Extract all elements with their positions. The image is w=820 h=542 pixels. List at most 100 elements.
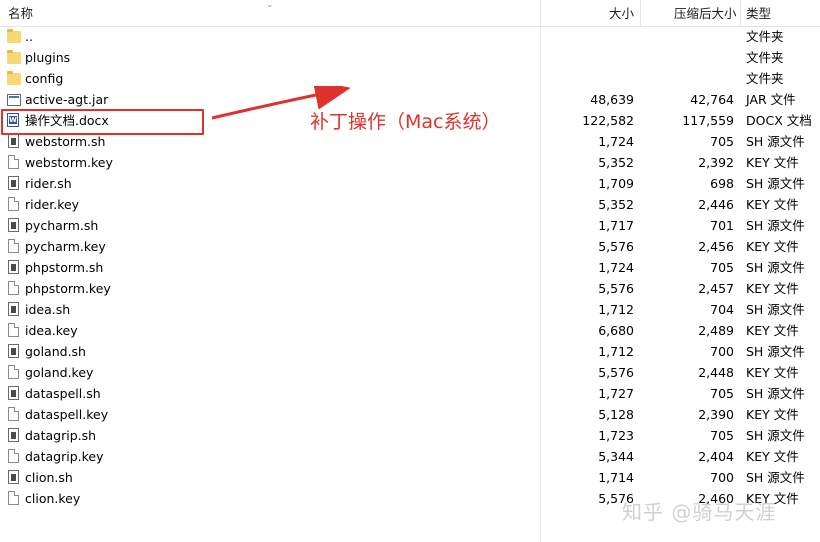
- file-name: config: [25, 71, 64, 86]
- watermark: 知乎 @骑马天涯: [622, 500, 777, 524]
- column-header-size[interactable]: 大小: [609, 0, 634, 26]
- file-compressed-size: 700: [710, 470, 734, 485]
- file-type: 文件夹: [746, 71, 784, 86]
- file-row[interactable]: phpstorm.key 5,576 2,457 KEY 文件: [0, 278, 820, 299]
- file-name: ..: [25, 29, 33, 44]
- file-row[interactable]: config 文件夹: [0, 68, 820, 89]
- shell-script-icon: [8, 218, 19, 232]
- file-type: SH 源文件: [746, 302, 805, 317]
- file-compressed-size: 2,457: [698, 281, 734, 296]
- column-header-bar: 名称 ⌄ 大小 压缩后大小 类型: [0, 0, 820, 27]
- file-name: datagrip.key: [25, 449, 104, 464]
- file-type: DOCX 文档: [746, 113, 812, 128]
- file-size: 1,723: [598, 428, 634, 443]
- file-row[interactable]: datagrip.key 5,344 2,404 KEY 文件: [0, 446, 820, 467]
- column-separator[interactable]: [640, 0, 641, 26]
- file-row[interactable]: .. 文件夹: [0, 26, 820, 47]
- file-type: KEY 文件: [746, 407, 799, 422]
- file-compressed-size: 705: [710, 428, 734, 443]
- file-row[interactable]: webstorm.key 5,352 2,392 KEY 文件: [0, 152, 820, 173]
- sort-indicator-icon: ⌄: [266, 0, 274, 10]
- file-row[interactable]: goland.key 5,576 2,448 KEY 文件: [0, 362, 820, 383]
- file-size: 1,724: [598, 134, 634, 149]
- file-row[interactable]: clion.sh 1,714 700 SH 源文件: [0, 467, 820, 488]
- column-header-compressed-size[interactable]: 压缩后大小: [674, 0, 737, 26]
- file-type: KEY 文件: [746, 323, 799, 338]
- file-type: KEY 文件: [746, 197, 799, 212]
- folder-icon: [7, 71, 21, 85]
- folder-icon: [7, 29, 21, 43]
- shell-script-icon: [8, 134, 19, 148]
- file-name: dataspell.sh: [25, 386, 101, 401]
- file-name: pycharm.key: [25, 239, 106, 254]
- file-compressed-size: 705: [710, 134, 734, 149]
- file-name: idea.key: [25, 323, 78, 338]
- file-compressed-size: 2,390: [698, 407, 734, 422]
- file-name: active-agt.jar: [25, 92, 109, 107]
- column-header-name[interactable]: 名称: [8, 0, 33, 26]
- file-size: 5,576: [598, 281, 634, 296]
- file-type: 文件夹: [746, 29, 784, 44]
- file-row[interactable]: phpstorm.sh 1,724 705 SH 源文件: [0, 257, 820, 278]
- file-row[interactable]: dataspell.key 5,128 2,390 KEY 文件: [0, 404, 820, 425]
- file-type: SH 源文件: [746, 134, 805, 149]
- file-name: idea.sh: [25, 302, 71, 317]
- file-compressed-size: 698: [710, 176, 734, 191]
- file-size: 6,680: [598, 323, 634, 338]
- file-row[interactable]: dataspell.sh 1,727 705 SH 源文件: [0, 383, 820, 404]
- file-size: 5,344: [598, 449, 634, 464]
- shell-script-icon: [8, 428, 19, 442]
- file-row[interactable]: rider.key 5,352 2,446 KEY 文件: [0, 194, 820, 215]
- key-file-icon: [8, 323, 19, 337]
- file-type: SH 源文件: [746, 344, 805, 359]
- file-type: SH 源文件: [746, 428, 805, 443]
- file-row[interactable]: idea.key 6,680 2,489 KEY 文件: [0, 320, 820, 341]
- key-file-icon: [8, 197, 19, 211]
- file-size: 48,639: [590, 92, 634, 107]
- file-size: 1,717: [598, 218, 634, 233]
- file-size: 5,352: [598, 155, 634, 170]
- file-row[interactable]: rider.sh 1,709 698 SH 源文件: [0, 173, 820, 194]
- file-compressed-size: 2,392: [698, 155, 734, 170]
- file-compressed-size: 705: [710, 260, 734, 275]
- file-type: SH 源文件: [746, 386, 805, 401]
- file-size: 5,576: [598, 239, 634, 254]
- file-row[interactable]: active-agt.jar 48,639 42,764 JAR 文件: [0, 89, 820, 110]
- file-name: phpstorm.key: [25, 281, 111, 296]
- file-name: goland.sh: [25, 344, 86, 359]
- file-compressed-size: 42,764: [690, 92, 734, 107]
- folder-icon: [7, 50, 21, 64]
- column-header-type[interactable]: 类型: [746, 0, 771, 26]
- file-compressed-size: 704: [710, 302, 734, 317]
- column-separator[interactable]: [740, 0, 741, 26]
- key-file-icon: [8, 281, 19, 295]
- key-file-icon: [8, 239, 19, 253]
- file-compressed-size: 701: [710, 218, 734, 233]
- file-type: SH 源文件: [746, 260, 805, 275]
- file-size: 5,576: [598, 365, 634, 380]
- file-row[interactable]: pycharm.sh 1,717 701 SH 源文件: [0, 215, 820, 236]
- highlight-box: [1, 109, 204, 135]
- file-name: plugins: [25, 50, 71, 65]
- file-name: rider.sh: [25, 176, 72, 191]
- file-size: 5,128: [598, 407, 634, 422]
- file-row[interactable]: goland.sh 1,712 700 SH 源文件: [0, 341, 820, 362]
- key-file-icon: [8, 365, 19, 379]
- file-type: KEY 文件: [746, 449, 799, 464]
- file-row[interactable]: datagrip.sh 1,723 705 SH 源文件: [0, 425, 820, 446]
- file-name: datagrip.sh: [25, 428, 97, 443]
- shell-script-icon: [8, 260, 19, 274]
- file-row[interactable]: plugins 文件夹: [0, 47, 820, 68]
- file-row[interactable]: pycharm.key 5,576 2,456 KEY 文件: [0, 236, 820, 257]
- shell-script-icon: [8, 344, 19, 358]
- file-row[interactable]: idea.sh 1,712 704 SH 源文件: [0, 299, 820, 320]
- file-compressed-size: 700: [710, 344, 734, 359]
- column-separator[interactable]: [540, 0, 541, 26]
- file-size: 1,724: [598, 260, 634, 275]
- jar-file-icon: [7, 94, 21, 106]
- annotation-label: 补丁操作（Mac系统）: [310, 111, 501, 133]
- file-size: 122,582: [582, 113, 634, 128]
- file-type: SH 源文件: [746, 176, 805, 191]
- file-name: pycharm.sh: [25, 218, 99, 233]
- key-file-icon: [8, 155, 19, 169]
